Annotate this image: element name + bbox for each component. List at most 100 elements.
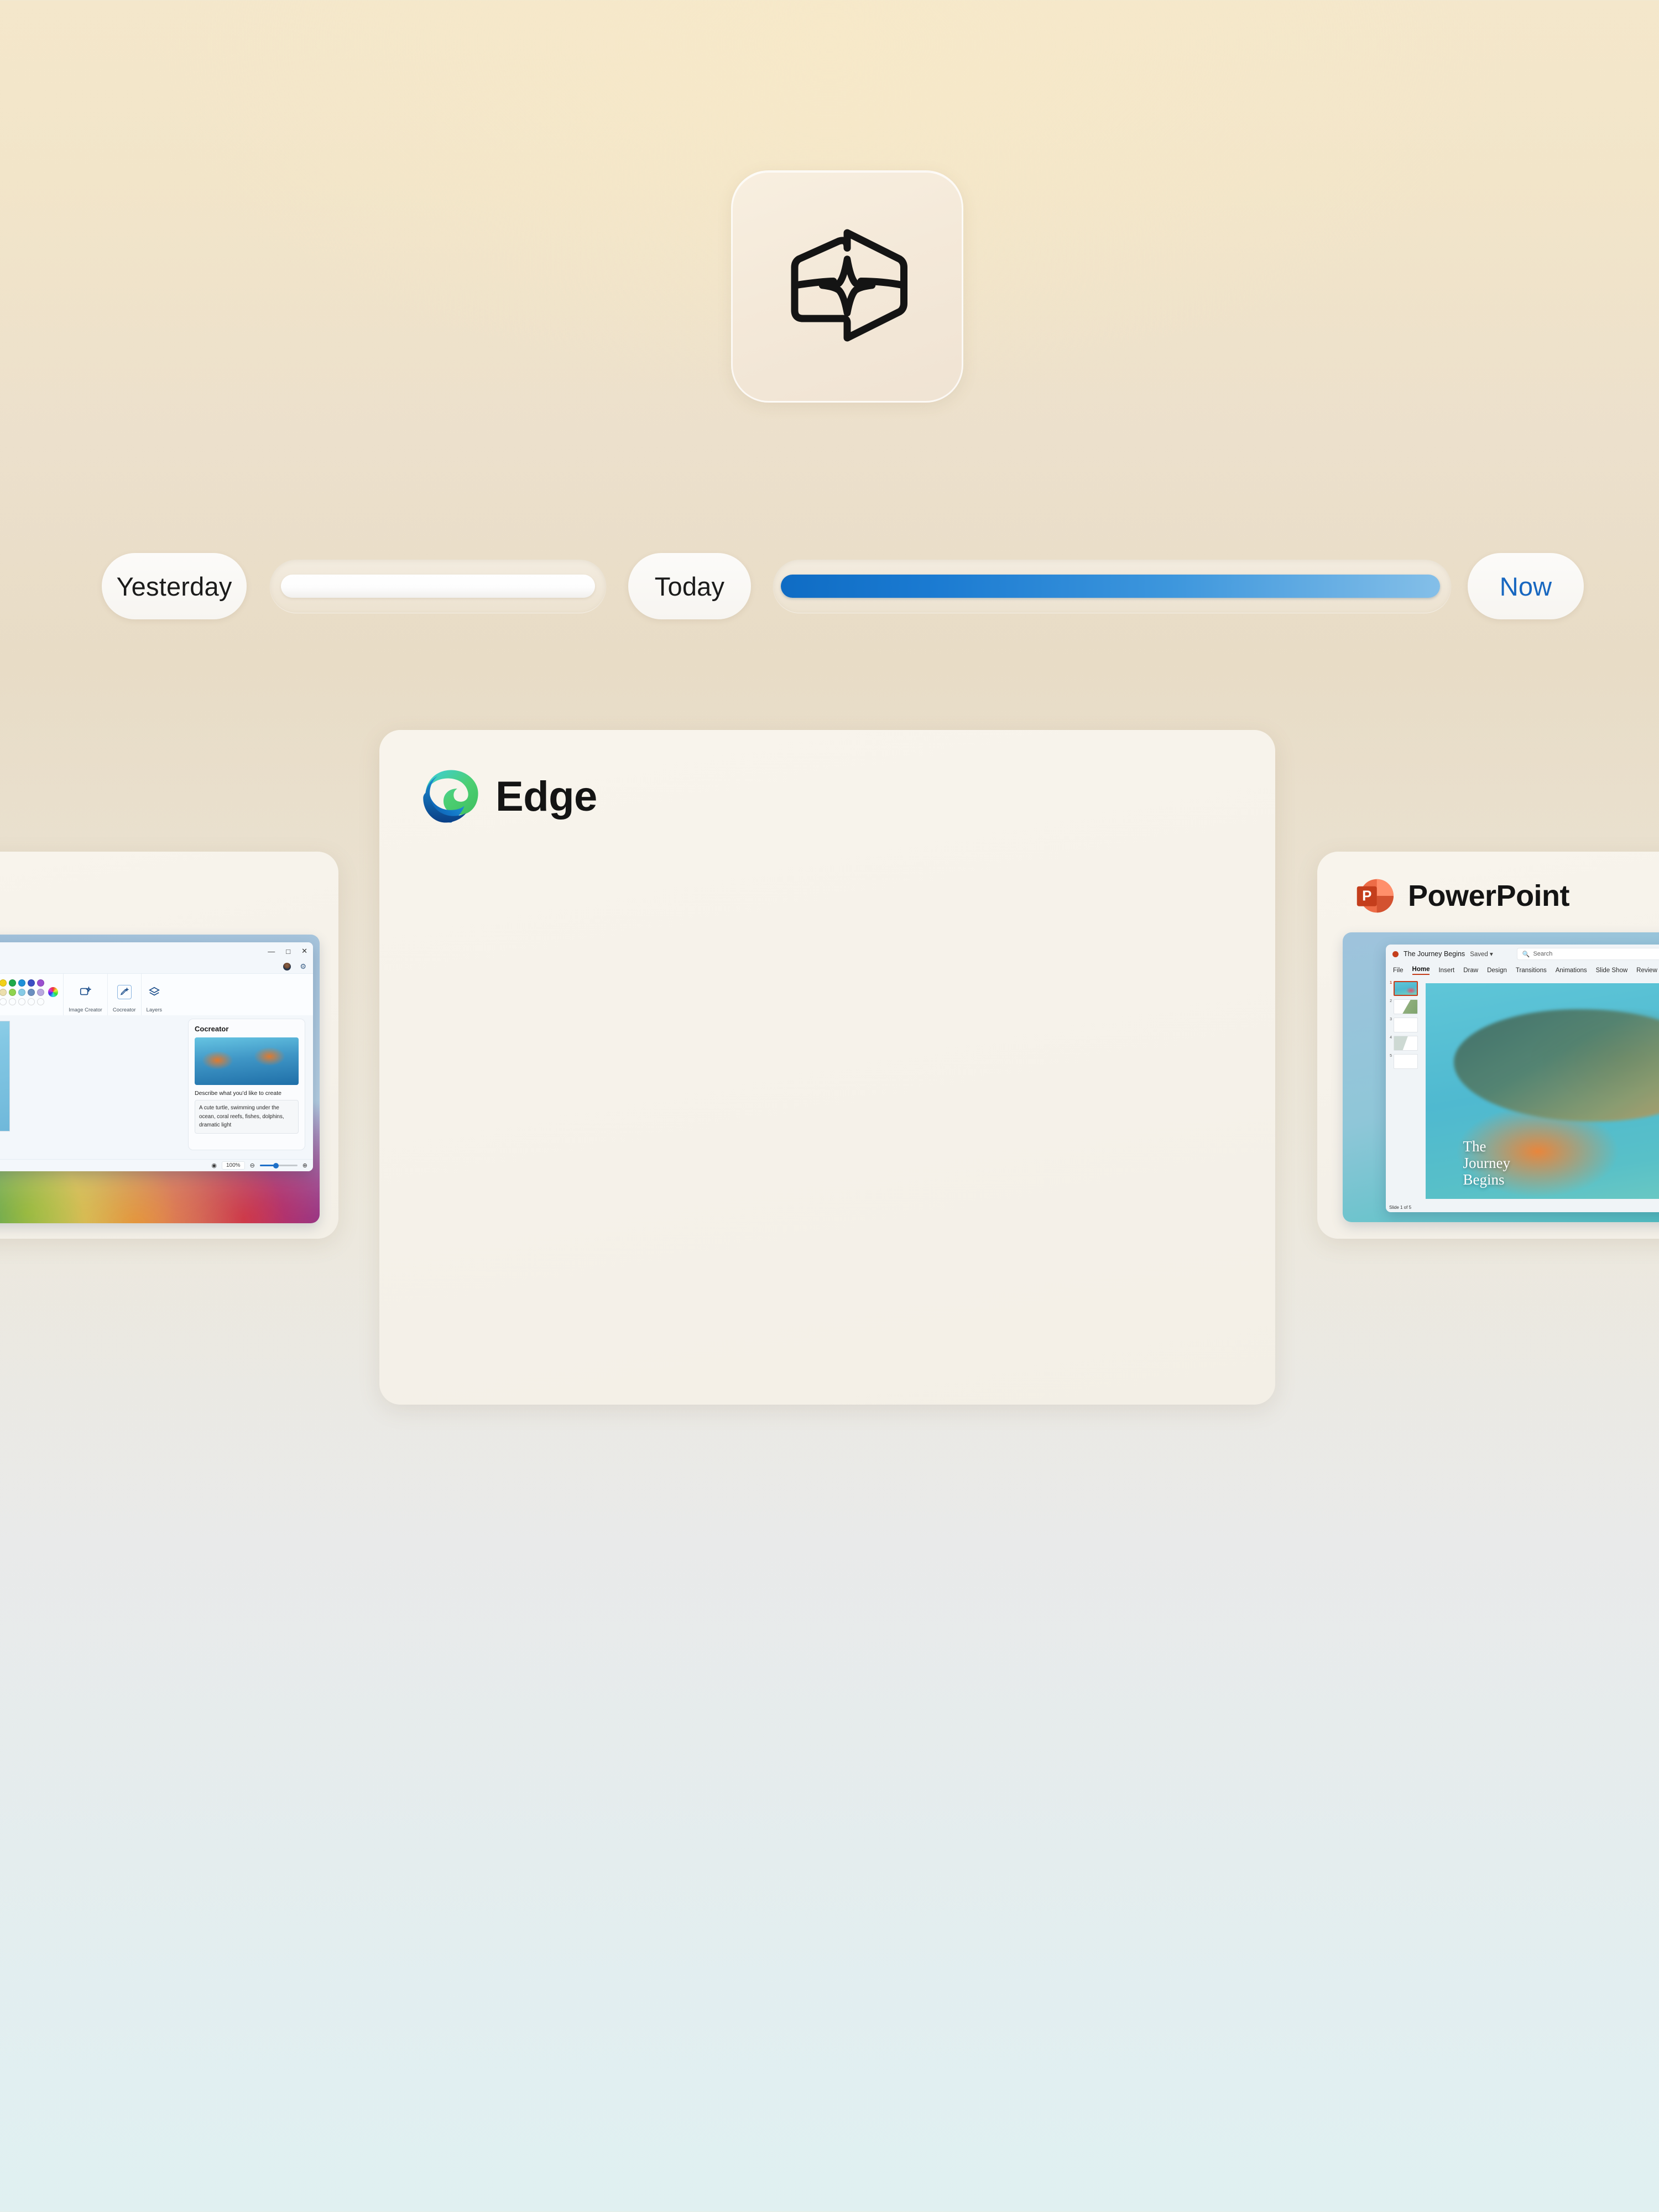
powerpoint-window: The Journey Begins Saved ▾ 🔍 Search File… xyxy=(1386,945,1659,1212)
powerpoint-screenshot: The Journey Begins Saved ▾ 🔍 Search File… xyxy=(1343,932,1659,1222)
paint-screenshot: — □ ✕ ⚙ Too xyxy=(0,935,320,1223)
paint-account-bar: ⚙ xyxy=(0,960,313,973)
powerpoint-ribbon-tab-file[interactable]: File xyxy=(1393,967,1404,974)
zoom-in-icon[interactable]: ⊕ xyxy=(302,1162,307,1169)
timeline-scrubber[interactable]: Yesterday Today Now xyxy=(0,553,1659,1164)
color-swatch[interactable] xyxy=(0,979,7,987)
color-swatch[interactable] xyxy=(28,988,35,996)
cocreator-panel-title: Cocreator xyxy=(195,1025,229,1033)
paint-zoom-select[interactable]: 100% xyxy=(221,1161,245,1170)
paint-group-label-cocreator: Cocreator xyxy=(112,1007,136,1013)
color-swatch-row-empty[interactable] xyxy=(0,998,45,1005)
color-swatch[interactable] xyxy=(37,979,45,987)
powerpoint-search-box[interactable]: 🔍 Search xyxy=(1516,948,1659,960)
color-swatch[interactable] xyxy=(18,988,26,996)
powerpoint-ribbon-tab-transitions[interactable]: Transitions xyxy=(1516,967,1547,974)
slide-turtle-image xyxy=(1453,1009,1659,1121)
powerpoint-search-placeholder: Search xyxy=(1533,951,1553,957)
powerpoint-ribbon-tabs[interactable]: File Home Insert Draw Design Transitions Anima… xyxy=(1386,963,1659,978)
powerpoint-ribbon-tab-review[interactable]: Review xyxy=(1636,967,1657,974)
cocreator-icon xyxy=(117,985,132,999)
powerpoint-slide-thumbnail[interactable]: 3 xyxy=(1388,1018,1418,1032)
powerpoint-current-slide[interactable]: The Journey Begins xyxy=(1426,983,1659,1199)
paint-group-layers[interactable]: Layers xyxy=(142,974,168,1015)
powerpoint-slide-stage: The Journey Begins xyxy=(1420,978,1659,1202)
powerpoint-slide-thumbnails[interactable]: 1 2 3 4 5 xyxy=(1386,978,1420,1202)
app-card-edge[interactable]: Edge xyxy=(379,730,1275,1405)
search-icon: 🔍 xyxy=(1522,951,1530,958)
color-swatch[interactable] xyxy=(9,979,17,987)
edge-card-title: Edge xyxy=(495,773,597,820)
paint-minimize-button[interactable]: — xyxy=(268,947,275,956)
color-swatch-empty[interactable] xyxy=(28,998,35,1005)
timeline-fill-today[interactable] xyxy=(781,575,1440,598)
powerpoint-document-name[interactable]: The Journey Begins xyxy=(1404,950,1465,958)
paint-titlebar: — □ ✕ xyxy=(0,942,313,960)
color-swatch-row-2[interactable] xyxy=(0,988,45,996)
powerpoint-slide-thumbnail[interactable]: 2 xyxy=(1388,999,1418,1014)
timeline-label-now[interactable]: Now xyxy=(1468,553,1584,619)
zoom-out-icon[interactable]: ⊖ xyxy=(250,1162,255,1169)
slide-thumbnail-preview[interactable] xyxy=(1394,1018,1418,1032)
paint-window: — □ ✕ ⚙ Too xyxy=(0,942,313,1171)
powerpoint-ribbon-tab-design[interactable]: Design xyxy=(1487,967,1507,974)
color-swatch-empty[interactable] xyxy=(0,998,7,1005)
powerpoint-doc-icon xyxy=(1392,951,1399,957)
paint-canvas-area[interactable]: Cocreator Describe what you’d like to cr… xyxy=(0,1015,313,1159)
paint-group-colors[interactable]: Colors xyxy=(0,974,64,1015)
powerpoint-logo: P xyxy=(1354,876,1394,916)
paint-group-cocreator[interactable]: Cocreator xyxy=(108,974,142,1015)
powerpoint-card-title: PowerPoint xyxy=(1408,879,1570,912)
powerpoint-card-header: P PowerPoint xyxy=(1317,852,1659,916)
timeline-fill-past[interactable] xyxy=(281,575,595,598)
timeline-label-today[interactable]: Today xyxy=(628,553,751,619)
slide-thumbnail-preview[interactable] xyxy=(1394,1054,1418,1069)
paint-ribbon: Tools ▾ Brushes ▾ xyxy=(0,973,313,1015)
powerpoint-slide-thumbnail[interactable]: 1 xyxy=(1388,981,1418,996)
paint-zoom-slider[interactable] xyxy=(259,1162,298,1168)
powerpoint-ribbon-tab-slide-show[interactable]: Slide Show xyxy=(1596,967,1628,974)
paint-avatar-icon[interactable] xyxy=(283,963,291,971)
cocreator-preview-image[interactable] xyxy=(195,1037,299,1085)
slide-title-text: The Journey Begins xyxy=(1463,1138,1510,1188)
powerpoint-ribbon-tab-draw[interactable]: Draw xyxy=(1463,967,1478,974)
image-creator-icon xyxy=(79,986,92,998)
powerpoint-slide-thumbnail[interactable]: 5 xyxy=(1388,1054,1418,1069)
app-card-powerpoint[interactable]: P PowerPoint The Journey Begins Saved ▾ … xyxy=(1317,852,1659,1239)
powerpoint-slide-thumbnail[interactable]: 4 xyxy=(1388,1036,1418,1051)
color-swatch-row-1[interactable] xyxy=(0,979,45,987)
slide-number: 2 xyxy=(1390,999,1392,1003)
slide-title-line3: Begins xyxy=(1463,1171,1505,1188)
powerpoint-ribbon-tab-home[interactable]: Home xyxy=(1412,966,1430,975)
paint-zoom-controls[interactable]: ◉ 100% ⊖ ⊕ xyxy=(211,1161,307,1170)
color-swatch-empty[interactable] xyxy=(37,998,45,1005)
slide-thumbnail-preview[interactable] xyxy=(1394,1036,1418,1051)
paint-maximize-button[interactable]: □ xyxy=(286,947,290,956)
powerpoint-ribbon-tab-insert[interactable]: Insert xyxy=(1438,967,1454,974)
paint-close-button[interactable]: ✕ xyxy=(301,947,307,956)
paint-canvas-artwork[interactable] xyxy=(0,1021,10,1131)
timeline-label-yesterday[interactable]: Yesterday xyxy=(102,553,247,619)
powerpoint-saved-status[interactable]: Saved ▾ xyxy=(1470,950,1493,958)
color-swatch[interactable] xyxy=(28,979,35,987)
slide-thumbnail-preview[interactable] xyxy=(1394,999,1418,1014)
paint-status-bar: ▣ Size: 20.4KB ◉ 100% ⊖ ⊕ xyxy=(0,1159,313,1171)
color-swatch[interactable] xyxy=(18,979,26,987)
slide-thumbnail-preview[interactable] xyxy=(1394,981,1418,996)
paint-settings-gear-icon[interactable]: ⚙ xyxy=(300,962,306,971)
color-swatch[interactable] xyxy=(37,988,45,996)
edge-card-header: Edge xyxy=(379,730,1275,826)
fit-to-window-icon[interactable]: ◉ xyxy=(211,1162,217,1169)
cocreator-panel[interactable]: Cocreator Describe what you’d like to cr… xyxy=(188,1019,305,1150)
color-wheel-icon[interactable] xyxy=(48,987,59,997)
color-swatch[interactable] xyxy=(0,988,7,996)
powerpoint-ribbon-tab-animations[interactable]: Animations xyxy=(1556,967,1587,974)
recall-sparkle-icon xyxy=(778,216,916,357)
cocreator-prompt-input[interactable]: A cute turtle, swimming under the ocean,… xyxy=(195,1100,299,1134)
color-swatch[interactable] xyxy=(9,988,17,996)
powerpoint-titlebar: The Journey Begins Saved ▾ 🔍 Search xyxy=(1386,945,1659,963)
paint-group-image-creator[interactable]: Image Creator xyxy=(64,974,108,1015)
app-card-paint[interactable]: — □ ✕ ⚙ Too xyxy=(0,852,338,1239)
color-swatch-empty[interactable] xyxy=(18,998,26,1005)
color-swatch-empty[interactable] xyxy=(9,998,17,1005)
